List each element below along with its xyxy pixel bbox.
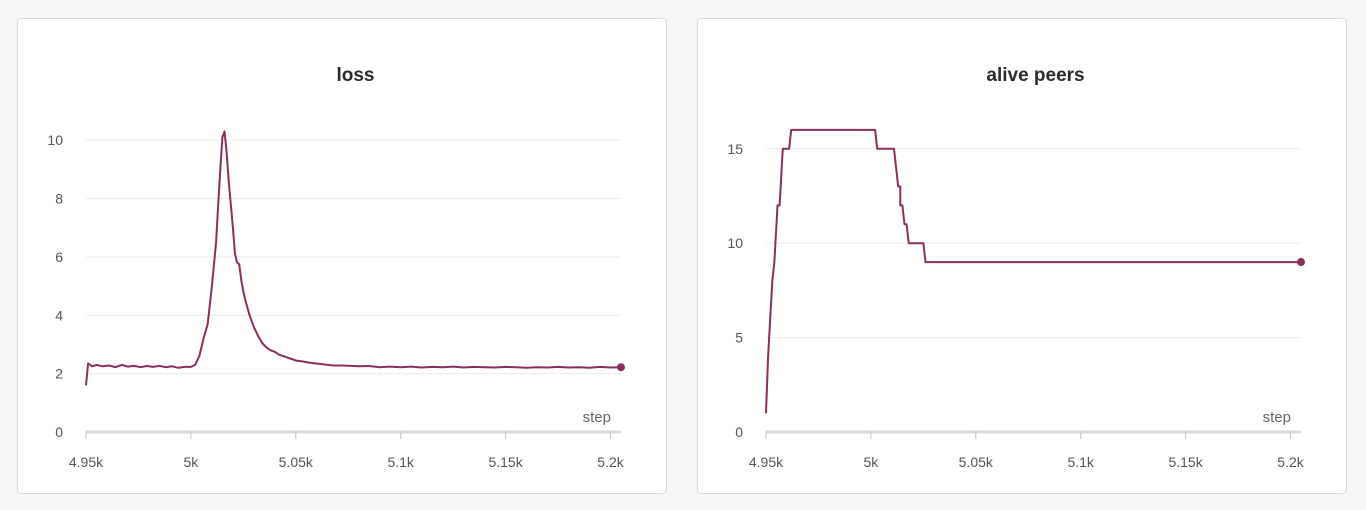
loss-y-tick-label: 2 xyxy=(55,366,63,382)
loss-x-tick-label: 4.95k xyxy=(69,454,104,470)
loss-y-tick-label: 8 xyxy=(55,191,63,207)
alive-peers-chart-panel: alive peers 0 5 10 15 4.95k 5k 5.05k 5.1k 5.15k 5.… xyxy=(697,18,1347,494)
alive-peers-chart: alive peers 0 5 10 15 4.95k 5k 5.05k 5.1k 5.15k 5.… xyxy=(727,65,1305,470)
alive-peers-x-tick-label: 5.1k xyxy=(1067,454,1094,470)
loss-series-end-point xyxy=(617,363,625,372)
alive-peers-x-tick-label: 5.05k xyxy=(959,454,994,470)
loss-x-tick-label: 5.05k xyxy=(279,454,314,470)
loss-chart-title: loss xyxy=(336,65,374,86)
loss-x-axis-label: step xyxy=(583,409,611,426)
loss-y-tick-label: 10 xyxy=(47,132,63,148)
alive-peers-x-tick-label: 5k xyxy=(864,454,880,470)
loss-x-tick-label: 5.15k xyxy=(488,454,523,470)
loss-chart-panel: loss 0 2 4 6 8 10 4.95k 5k 5.05k 5.1k 5.15k 5.2k step xyxy=(17,18,667,494)
alive-peers-x-tick-label: 4.95k xyxy=(749,454,784,470)
alive-peers-x-tick-label: 5.2k xyxy=(1277,454,1304,470)
alive-peers-y-tick-label: 10 xyxy=(727,235,743,251)
alive-peers-series-line xyxy=(765,128,1301,414)
loss-x-tick-label: 5.2k xyxy=(597,454,624,470)
alive-peers-y-tick-label: 5 xyxy=(735,330,743,346)
alive-peers-series-end-point xyxy=(1297,258,1305,267)
loss-y-tick-label: 4 xyxy=(55,307,63,323)
loss-chart: loss 0 2 4 6 8 10 4.95k 5k 5.05k 5.1k 5.15k 5.2k step xyxy=(47,65,625,470)
loss-x-tick-label: 5.1k xyxy=(387,454,414,470)
loss-y-tick-label: 6 xyxy=(55,249,63,265)
alive-peers-x-tick-label: 5.15k xyxy=(1168,454,1203,470)
loss-x-tick-label: 5k xyxy=(184,454,200,470)
alive-peers-x-axis-label: step xyxy=(1263,409,1291,426)
loss-y-tick-label: 0 xyxy=(55,424,63,440)
alive-peers-chart-title: alive peers xyxy=(986,65,1084,86)
alive-peers-y-tick-label: 15 xyxy=(727,141,743,157)
loss-series-line xyxy=(85,130,622,386)
alive-peers-y-tick-label: 0 xyxy=(735,424,743,440)
